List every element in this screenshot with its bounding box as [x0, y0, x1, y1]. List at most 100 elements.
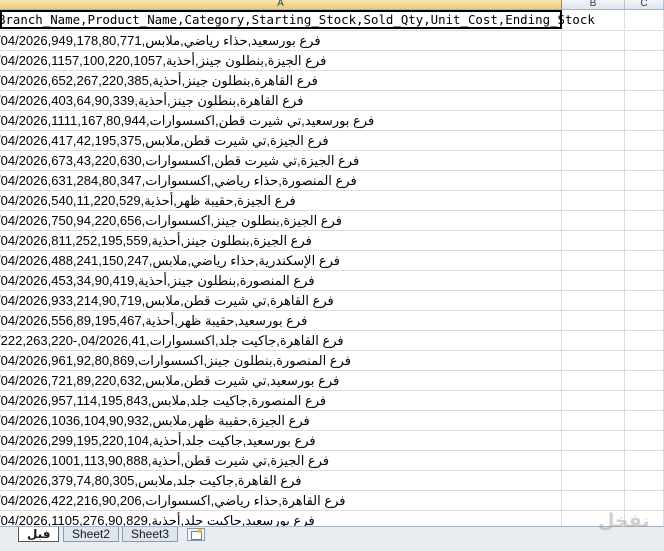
cell-a[interactable]: فرع الجيزة,تي شيرت قطن,أحذية,04/2026,100… [0, 451, 562, 470]
column-header-c[interactable]: C [625, 0, 664, 9]
cell-b[interactable] [562, 91, 625, 110]
cell-b[interactable] [562, 151, 625, 170]
cell-b[interactable] [562, 271, 625, 290]
insert-sheet-icon[interactable] [187, 528, 205, 541]
cell-a[interactable]: فرع الجيزة,حقيبة ظهر,أحذية,04/2026,540,1… [0, 191, 562, 210]
cell-text: فرع الجيزة,حقيبة ظهر,أحذية,04/2026,540,1… [0, 193, 296, 208]
cell-b[interactable] [562, 451, 625, 470]
cell-c[interactable] [625, 151, 664, 170]
cell-b[interactable] [562, 311, 625, 330]
cell-a[interactable]: فرع بورسعيد,تي شيرت قطن,ملابس,04/2026,72… [0, 371, 562, 390]
cell-c[interactable] [625, 231, 664, 250]
cell-b[interactable] [562, 71, 625, 90]
cell-c[interactable] [625, 331, 664, 350]
table-row: فرع القاهرة,جاكيت جلد,ملابس,04/2026,379,… [0, 471, 664, 491]
cell-c[interactable] [625, 51, 664, 70]
cell-c[interactable] [625, 91, 664, 110]
cell-a[interactable]: فرع الجيزة,حقيبة ظهر,ملابس,04/2026,1036,… [0, 411, 562, 430]
cell-c[interactable] [625, 251, 664, 270]
cell-b1[interactable] [562, 10, 625, 29]
cell-c[interactable] [625, 491, 664, 510]
table-row: فرع الجيزة,بنطلون جينز,أحذية,04/2026,115… [0, 51, 664, 71]
cell-b[interactable] [562, 331, 625, 350]
cell-b[interactable] [562, 51, 625, 70]
cell-b[interactable] [562, 431, 625, 450]
table-row: فرع المنصورة,حذاء رياضي,اكسسوارات,04/202… [0, 171, 664, 191]
cell-b[interactable] [562, 171, 625, 190]
cell-b[interactable] [562, 291, 625, 310]
cell-a[interactable]: فرع القاهرة,جاكيت جلد,اكسسوارات,04/2026,… [0, 331, 562, 350]
cell-a[interactable]: فرع الجيزة,تي شيرت قطن,اكسسوارات,04/2026… [0, 151, 562, 170]
cell-c[interactable] [625, 431, 664, 450]
cell-b[interactable] [562, 251, 625, 270]
cell-c[interactable] [625, 391, 664, 410]
table-row: فرع القاهرة,حذاء رياضي,اكسسوارات,04/2026… [0, 491, 664, 511]
cell-a[interactable]: فرع المنصورة,بنطلون جينز,أحذية,04/2026,4… [0, 271, 562, 290]
cell-a[interactable]: فرع الجيزة,تي شيرت قطن,ملابس,04/2026,417… [0, 131, 562, 150]
cell-a[interactable]: فرع بورسعيد,تي شيرت قطن,اكسسوارات,04/202… [0, 111, 562, 130]
cell-b[interactable] [562, 131, 625, 150]
cell-a1[interactable]: Branch_Name,Product_Name,Category,Starti… [0, 10, 595, 29]
cell-text: فرع بورسعيد,تي شيرت قطن,اكسسوارات,04/202… [0, 113, 375, 128]
cell-b[interactable] [562, 491, 625, 510]
cell-c[interactable] [625, 291, 664, 310]
cell-text: فرع الجيزة,بنطلون جينز,أحذية,04/2026,115… [0, 53, 327, 68]
cell-c[interactable] [625, 31, 664, 50]
cell-c1[interactable] [625, 10, 664, 29]
cell-text: فرع المنصورة,بنطلون جينز,أحذية,04/2026,4… [0, 273, 315, 288]
cell-a[interactable]: فرع القاهرة,تي شيرت قطن,ملابس,04/2026,93… [0, 291, 562, 310]
cell-a[interactable]: فرع بورسعيد,حقيبة ظهر,أحذية,04/2026,556,… [0, 311, 562, 330]
sheet-tab-sheet3[interactable]: Sheet3 [122, 527, 179, 542]
table-row: فرع بورسعيد,تي شيرت قطن,اكسسوارات,04/202… [0, 111, 664, 131]
cell-b[interactable] [562, 111, 625, 130]
cell-c[interactable] [625, 191, 664, 210]
cell-a[interactable]: فرع الجيزة,بنطلون جينز,أحذية,04/2026,115… [0, 51, 562, 70]
cell-b[interactable] [562, 371, 625, 390]
cell-a[interactable]: فرع القاهرة,حذاء رياضي,اكسسوارات,04/2026… [0, 491, 562, 510]
cell-b[interactable] [562, 191, 625, 210]
table-row: فرع بورسعيد,تي شيرت قطن,ملابس,04/2026,72… [0, 371, 664, 391]
cell-a[interactable]: فرع المنصورة,حذاء رياضي,اكسسوارات,04/202… [0, 171, 562, 190]
cell-b[interactable] [562, 231, 625, 250]
cell-a[interactable]: فرع الجيزة,بنطلون جينز,اكسسوارات,04/2026… [0, 211, 562, 230]
cell-a[interactable]: فرع الجيزة,بنطلون جينز,أحذية,04/2026,811… [0, 231, 562, 250]
sheet-tab-1[interactable]: فبل [18, 527, 60, 542]
cell-text: فرع بورسعيد,تي شيرت قطن,ملابس,04/2026,72… [0, 373, 340, 388]
header-data-row: Branch_Name,Product_Name,Category,Starti… [0, 10, 664, 31]
cell-b[interactable] [562, 211, 625, 230]
column-header-a[interactable]: A [0, 0, 562, 9]
cell-a[interactable]: فرع القاهرة,جاكيت جلد,ملابس,04/2026,379,… [0, 471, 562, 490]
cell-b[interactable] [562, 351, 625, 370]
table-row: فرع المنصورة,بنطلون جينز,اكسسوارات,04/20… [0, 351, 664, 371]
cell-c[interactable] [625, 111, 664, 130]
cell-c[interactable] [625, 271, 664, 290]
column-header-b[interactable]: B [562, 0, 625, 9]
cell-c[interactable] [625, 351, 664, 370]
table-row: فرع الجيزة,حقيبة ظهر,أحذية,04/2026,540,1… [0, 191, 664, 211]
cell-c[interactable] [625, 131, 664, 150]
cell-c[interactable] [625, 471, 664, 490]
cell-c[interactable] [625, 71, 664, 90]
cell-c[interactable] [625, 171, 664, 190]
table-row: فرع الجيزة,بنطلون جينز,اكسسوارات,04/2026… [0, 211, 664, 231]
cell-a[interactable]: فرع المنصورة,جاكيت جلد,ملابس,04/2026,957… [0, 391, 562, 410]
cell-a[interactable]: فرع بورسعيد,جاكيت جلد,أحذية,04/2026,299,… [0, 431, 562, 450]
cell-b[interactable] [562, 471, 625, 490]
cell-a[interactable]: فرع القاهرة,بنطلون جينز,أحذية,04/2026,40… [0, 91, 562, 110]
cell-a[interactable]: فرع بورسعيد,جاكيت جلد,أحذية,04/2026,1105… [0, 511, 562, 526]
cell-a[interactable]: فرع القاهرة,بنطلون جينز,أحذية,04/2026,65… [0, 71, 562, 90]
cell-c[interactable] [625, 311, 664, 330]
cell-c[interactable] [625, 371, 664, 390]
sheet-tab-sheet2[interactable]: Sheet2 [63, 527, 120, 542]
cell-a[interactable]: فرع الإسكندرية,حذاء رياضي,ملابس,04/2026,… [0, 251, 562, 270]
cell-text: فرع القاهرة,جاكيت جلد,ملابس,04/2026,379,… [0, 473, 302, 488]
cell-b[interactable] [562, 411, 625, 430]
cell-text: فرع القاهرة,حذاء رياضي,اكسسوارات,04/2026… [0, 493, 346, 508]
cell-b[interactable] [562, 31, 625, 50]
cell-c[interactable] [625, 211, 664, 230]
cell-a[interactable]: فرع المنصورة,بنطلون جينز,اكسسوارات,04/20… [0, 351, 562, 370]
cell-c[interactable] [625, 411, 664, 430]
cell-b[interactable] [562, 391, 625, 410]
cell-c[interactable] [625, 451, 664, 470]
cell-a[interactable]: فرع بورسعيد,حذاء رياضي,ملابس,04/2026,949… [0, 31, 562, 50]
